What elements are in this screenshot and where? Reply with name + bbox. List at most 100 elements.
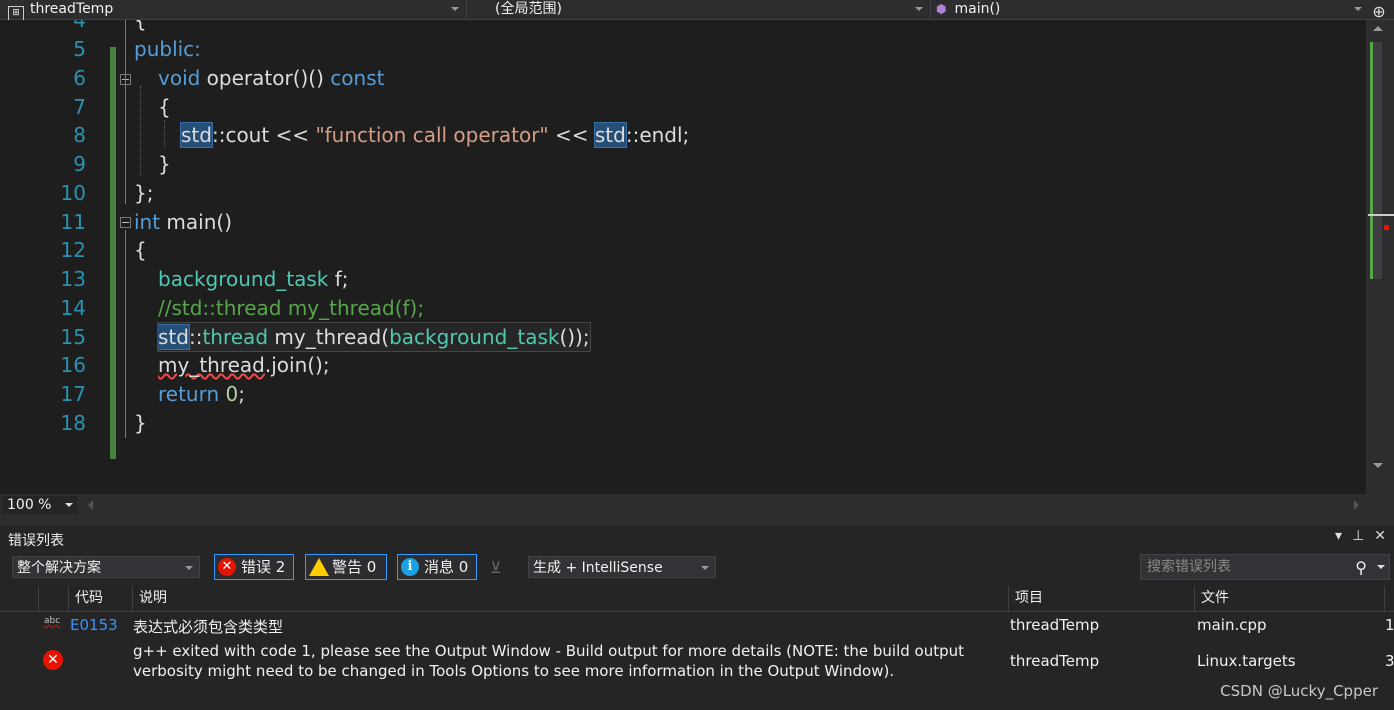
zoom-value: 100 %: [7, 497, 52, 513]
highlighted-reference: std: [593, 122, 627, 148]
watermark: CSDN @Lucky_Cpper: [1220, 682, 1378, 700]
code-fragment: ::: [188, 325, 203, 349]
comment: //std::thread my_thread(f);: [158, 296, 425, 320]
type-name: background_task: [158, 267, 329, 291]
code-line: 13 background_task f;: [0, 265, 1366, 293]
chevron-down-icon: [65, 503, 73, 507]
code-text: std::cout << "function call operator" <<…: [180, 121, 690, 149]
column-header-description[interactable]: 说明: [132, 586, 1008, 611]
warning-icon: [309, 558, 329, 576]
messages-filter-button[interactable]: i 消息 0: [397, 554, 477, 580]
line-number: 5: [73, 37, 86, 61]
code-editor[interactable]: 4 { 5 public: 6 void operator()() const …: [0, 20, 1366, 494]
line-number: 16: [60, 353, 86, 377]
project-dropdown[interactable]: ⊞ threadTemp: [8, 0, 463, 22]
keyword: void: [158, 66, 201, 90]
column-header-code[interactable]: 代码: [68, 586, 132, 611]
change-marker: [1370, 42, 1373, 279]
code-line: 6 void operator()() const: [0, 64, 1366, 92]
error-squiggle[interactable]: my_thread: [158, 353, 265, 377]
scroll-up-icon[interactable]: [1373, 26, 1383, 31]
line-number: 6: [73, 66, 86, 90]
divider: [466, 0, 467, 19]
scroll-down-icon[interactable]: [1373, 463, 1383, 468]
close-icon[interactable]: ✕: [1374, 528, 1386, 544]
code-line: 17 return 0;: [0, 380, 1366, 408]
scroll-right-icon[interactable]: [1354, 500, 1359, 510]
line-number: 11: [60, 210, 86, 234]
clear-filter-icon[interactable]: ⊻: [490, 558, 502, 577]
code-fragment: <<: [548, 123, 595, 147]
search-placeholder: 搜索错误列表: [1147, 559, 1231, 575]
column-header-project[interactable]: 项目: [1008, 586, 1194, 611]
code-text: void operator()() const: [158, 64, 384, 92]
error-icon: ✕: [218, 558, 236, 576]
highlighted-reference: std: [180, 122, 213, 148]
code-fragment: f;: [328, 267, 349, 291]
member-dropdown[interactable]: ⬢ main(): [936, 0, 1366, 19]
column-header-line[interactable]: [1384, 586, 1394, 611]
line-number: 17: [60, 382, 86, 406]
keyword: return: [158, 382, 220, 406]
code-text: {: [134, 20, 147, 32]
split-editor-icon[interactable]: ⊕: [1370, 3, 1388, 21]
code-line: 4 {: [0, 20, 1366, 34]
code-fragment: ;: [238, 382, 245, 406]
line-number: 12: [60, 238, 86, 262]
line-number: 18: [60, 411, 86, 435]
line-number: 4: [73, 20, 86, 32]
code-text: background_task f;: [158, 265, 349, 293]
error-row[interactable]: ✕ g++ exited with code 1, please see the…: [0, 640, 1394, 684]
scope-filter-value: 整个解决方案: [17, 560, 101, 576]
line-number: 14: [60, 296, 86, 320]
error-row[interactable]: abc E0153 表达式必须包含类类型 threadTemp main.cpp…: [0, 614, 1394, 640]
code-line: 18 }: [0, 409, 1366, 437]
code-line: 9 }: [0, 150, 1366, 178]
error-marker[interactable]: [1384, 225, 1389, 230]
panel-splitter[interactable]: [0, 516, 1394, 526]
scope-dropdown[interactable]: (全局范围): [495, 0, 927, 19]
code-text: public:: [134, 37, 201, 61]
panel-controls: ▾ ⊥ ✕: [1325, 528, 1386, 544]
column-header-file[interactable]: 文件: [1194, 586, 1384, 611]
dropdown-menu-icon[interactable]: ▾: [1335, 528, 1342, 544]
navigation-bar: ⊞ threadTemp (全局范围) ⬢ main() ⊕: [0, 0, 1394, 22]
editor-status-bar: 100 %: [0, 494, 1394, 516]
cube-icon: ⬢: [936, 2, 947, 16]
member-label: main(): [954, 1, 1001, 17]
error-code-link[interactable]: E0153: [70, 616, 118, 634]
warnings-filter-button[interactable]: 警告 0: [305, 554, 387, 580]
code-text: return 0;: [158, 380, 245, 408]
code-line: 12 {: [0, 236, 1366, 264]
code-line: 8 std::cout << "function call operator" …: [0, 121, 1366, 149]
code-text: {: [158, 95, 171, 119]
code-line: 16 my_thread.join();: [0, 351, 1366, 379]
error-description-line-2: verbosity might need to be changed in To…: [133, 662, 895, 680]
error-line: 3: [1385, 652, 1394, 670]
number-literal: 0: [219, 382, 239, 406]
error-project: threadTemp: [1010, 652, 1100, 670]
zoom-select[interactable]: 100 %: [3, 496, 77, 514]
code-fragment: ());: [559, 325, 590, 349]
search-icon[interactable]: ⚲: [1355, 556, 1367, 580]
keyword: const: [330, 66, 385, 90]
intellisense-error-icon: abc: [44, 616, 61, 626]
code-text: };: [134, 181, 154, 205]
chevron-down-icon: [451, 7, 459, 11]
code-fragment: ::endl;: [625, 123, 690, 147]
highlighted-reference: std: [157, 324, 190, 350]
search-error-list-input[interactable]: 搜索错误列表 ⚲: [1140, 554, 1390, 580]
scope-filter-select[interactable]: 整个解决方案: [12, 556, 200, 578]
scroll-left-icon[interactable]: [88, 500, 93, 510]
column-header-icon[interactable]: [38, 586, 68, 611]
errors-filter-label: 错误 2: [241, 558, 286, 576]
chevron-down-icon[interactable]: [1377, 565, 1385, 569]
code-fragment: operator()(): [200, 66, 331, 90]
error-list-header: 代码 说明 项目 文件: [0, 586, 1394, 612]
build-source-select[interactable]: 生成 + IntelliSense: [528, 556, 716, 578]
pin-icon[interactable]: ⊥: [1352, 528, 1364, 544]
chevron-down-icon: [185, 566, 193, 570]
scope-label: (全局范围): [495, 1, 562, 17]
errors-filter-button[interactable]: ✕ 错误 2: [214, 554, 294, 580]
code-fragment: .join();: [264, 353, 330, 377]
